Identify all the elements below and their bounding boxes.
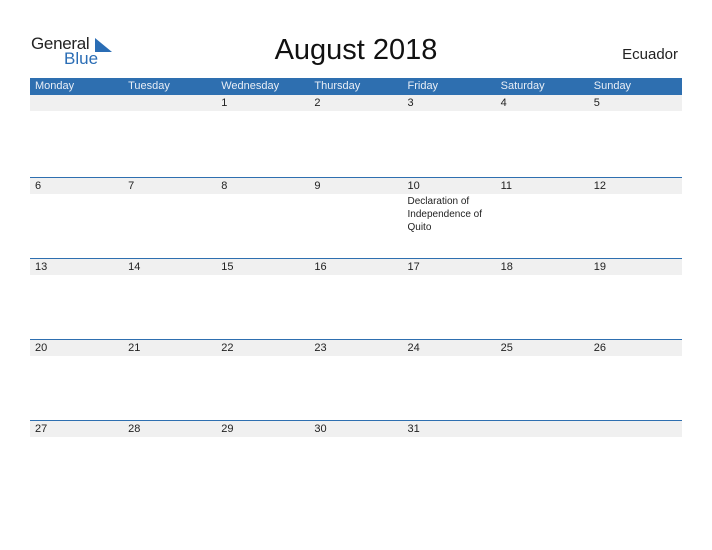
- day-number: 31: [407, 423, 420, 435]
- day-cell: 14: [123, 259, 216, 275]
- day-number: 26: [593, 342, 606, 354]
- day-cell: [123, 95, 216, 111]
- day-cell: 31: [403, 421, 496, 437]
- week-row: 13 14 15 16 17 18 19: [30, 258, 682, 339]
- day-number: 20: [35, 342, 48, 354]
- day-cell: [589, 421, 682, 437]
- day-cell: 18: [496, 259, 589, 275]
- calendar-title: August 2018: [274, 34, 438, 66]
- day-cell: 12: [589, 178, 682, 234]
- day-number: [128, 95, 216, 111]
- day-number: 30: [314, 423, 327, 435]
- day-number: 7: [128, 180, 135, 192]
- weeks-container: 1 2 3 4 5 6 7 8 9 10 Declaration of Independence o…: [30, 95, 682, 501]
- weekday-thursday: Thursday: [314, 80, 361, 92]
- day-number: 12: [593, 180, 606, 192]
- day-number: 19: [593, 261, 606, 273]
- weekday-header: Monday Tuesday Wednesday Thursday Friday…: [30, 78, 682, 95]
- day-number: 2: [314, 97, 321, 109]
- day-cell: [30, 95, 123, 111]
- day-cell: 1: [216, 95, 309, 111]
- day-cell: 15: [216, 259, 309, 275]
- day-cell: 25: [496, 340, 589, 356]
- day-cell: 11: [496, 178, 589, 234]
- day-cell: 22: [216, 340, 309, 356]
- weekday-wednesday: Wednesday: [221, 80, 280, 92]
- day-cell: 6: [30, 178, 123, 234]
- day-cell: 28: [123, 421, 216, 437]
- day-number: 21: [128, 342, 141, 354]
- day-number: 14: [128, 261, 141, 273]
- day-number: [501, 421, 589, 437]
- day-number: 27: [35, 423, 48, 435]
- day-number: 11: [500, 180, 513, 192]
- day-number: 8: [221, 180, 228, 192]
- day-cell: 7: [123, 178, 216, 234]
- calendar-grid: Monday Tuesday Wednesday Thursday Friday…: [30, 78, 682, 501]
- weekday-tuesday: Tuesday: [128, 80, 170, 92]
- weekday-saturday: Saturday: [500, 80, 545, 92]
- day-cell: 23: [309, 340, 402, 356]
- day-cell: 30: [309, 421, 402, 437]
- week-row: 20 21 22 23 24 25 26: [30, 339, 682, 420]
- day-cell: 17: [403, 259, 496, 275]
- week-row: 1 2 3 4 5: [30, 95, 682, 177]
- day-number: 17: [407, 261, 420, 273]
- day-cell: 3: [403, 95, 496, 111]
- day-number: 22: [221, 342, 234, 354]
- weekday-monday: Monday: [35, 80, 75, 92]
- day-number: 4: [500, 97, 507, 109]
- day-number: 16: [314, 261, 327, 273]
- day-number: 1: [221, 97, 228, 109]
- day-number: 5: [593, 97, 600, 109]
- day-cell: 20: [30, 340, 123, 356]
- day-number: 10: [407, 180, 420, 192]
- day-cell: 16: [309, 259, 402, 275]
- day-cell: 4: [496, 95, 589, 111]
- day-cell: 8: [216, 178, 309, 234]
- day-number: 6: [35, 180, 42, 192]
- week-row: 6 7 8 9 10 Declaration of Independence of Qui…: [30, 177, 682, 258]
- day-number: 28: [128, 423, 141, 435]
- day-number: [35, 95, 123, 111]
- country-label: Ecuador: [622, 46, 678, 63]
- day-cell: [496, 421, 589, 437]
- day-number: 9: [314, 180, 321, 192]
- day-cell: 24: [403, 340, 496, 356]
- day-number: 23: [314, 342, 327, 354]
- week-row: 27 28 29 30 31: [30, 420, 682, 501]
- day-cell: 10 Declaration of Independence of Quito: [403, 178, 496, 234]
- day-cell: 29: [216, 421, 309, 437]
- day-number: 29: [221, 423, 234, 435]
- day-number: 15: [221, 261, 234, 273]
- day-number: 13: [35, 261, 48, 273]
- day-cell: 26: [589, 340, 682, 356]
- day-cell: 21: [123, 340, 216, 356]
- day-number: 24: [407, 342, 420, 354]
- day-cell: 19: [589, 259, 682, 275]
- day-cell: 13: [30, 259, 123, 275]
- holiday-event: Declaration of Independence of Quito: [407, 196, 483, 233]
- weekday-friday: Friday: [407, 80, 439, 92]
- day-number: [594, 421, 682, 437]
- day-cell: 9: [309, 178, 402, 234]
- day-cell: 5: [589, 95, 682, 111]
- day-number: 18: [500, 261, 513, 273]
- day-cell: 27: [30, 421, 123, 437]
- weekday-sunday: Sunday: [593, 80, 632, 92]
- day-number: 3: [407, 97, 414, 109]
- day-cell: 2: [309, 95, 402, 111]
- day-number: 25: [500, 342, 513, 354]
